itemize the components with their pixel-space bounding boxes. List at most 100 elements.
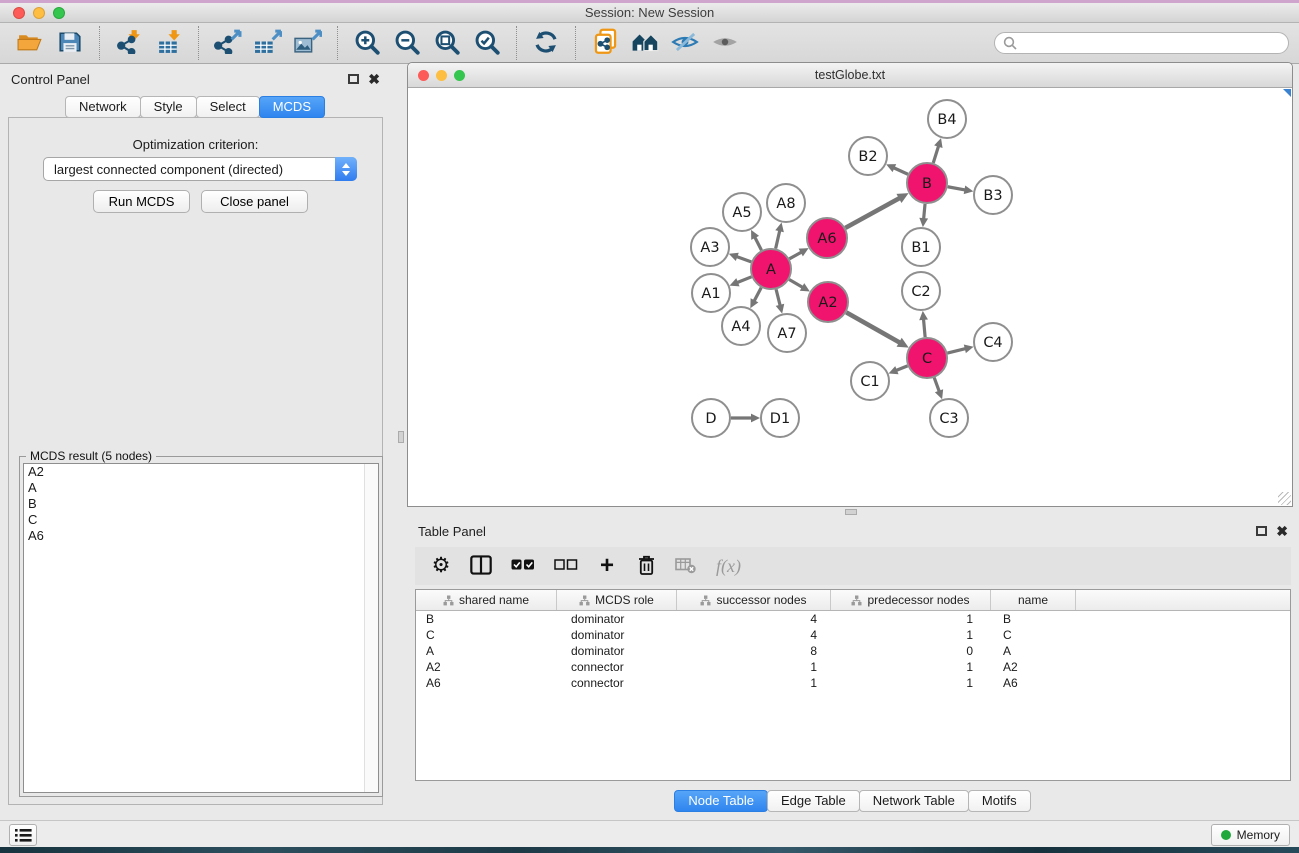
memory-button[interactable]: Memory <box>1211 824 1290 846</box>
column-header-mcds-role[interactable]: MCDS role <box>557 590 677 610</box>
graph-node-D[interactable]: D <box>692 399 730 437</box>
graph-node-C1[interactable]: C1 <box>851 362 889 400</box>
first-neighbors-button[interactable] <box>625 26 665 60</box>
graph-node-A4[interactable]: A4 <box>722 307 760 345</box>
result-list-item[interactable]: A2 <box>24 464 378 480</box>
graph-edge-A-A4[interactable] <box>750 288 761 309</box>
open-file-button[interactable] <box>10 26 50 60</box>
table-cell[interactable]: A2 <box>991 660 1076 674</box>
show-columns-button[interactable] <box>470 553 492 579</box>
table-cell[interactable]: dominator <box>557 628 677 642</box>
close-panel-icon[interactable]: ✖ <box>368 74 380 84</box>
create-column-button[interactable]: + <box>597 553 617 579</box>
mcds-result-list[interactable]: A2ABCA6 <box>23 463 379 793</box>
graph-edge-A-A5[interactable] <box>751 230 761 250</box>
graph-edge-B-B2[interactable] <box>886 164 908 174</box>
graph-edge-C-C4[interactable] <box>947 345 973 354</box>
graph-node-A1[interactable]: A1 <box>692 274 730 312</box>
table-cell[interactable]: B <box>991 612 1076 626</box>
table-cell[interactable]: A2 <box>416 660 557 674</box>
graph-edge-A6-B[interactable] <box>845 193 908 228</box>
table-cell[interactable]: 8 <box>677 644 831 658</box>
vertical-split-handle[interactable] <box>398 431 404 443</box>
tab-edge-table[interactable]: Edge Table <box>767 790 860 812</box>
table-cell[interactable]: C <box>991 628 1076 642</box>
graph-node-B2[interactable]: B2 <box>849 137 887 175</box>
float-table-panel-icon[interactable] <box>1256 526 1267 536</box>
graph-node-B4[interactable]: B4 <box>928 100 966 138</box>
graph-node-A8[interactable]: A8 <box>767 184 805 222</box>
graph-edge-A-A7[interactable] <box>776 289 785 313</box>
tab-motifs[interactable]: Motifs <box>968 790 1031 812</box>
graph-node-D1[interactable]: D1 <box>761 399 799 437</box>
show-panels-button[interactable] <box>9 824 37 846</box>
copy-network-button[interactable] <box>585 26 625 60</box>
zoom-fit-button[interactable] <box>427 26 467 60</box>
graph-edge-C-C3[interactable] <box>934 378 943 400</box>
graph-edge-C-C2[interactable] <box>919 311 928 337</box>
result-list-item[interactable]: A <box>24 480 378 496</box>
graph-node-A5[interactable]: A5 <box>723 193 761 231</box>
network-window-titlebar[interactable]: testGlobe.txt <box>408 63 1292 88</box>
table-row[interactable]: Bdominator41B <box>416 611 1290 627</box>
graph-node-C4[interactable]: C4 <box>974 323 1012 361</box>
close-panel-button[interactable]: Close panel <box>201 190 308 213</box>
tab-node-table[interactable]: Node Table <box>674 790 768 812</box>
table-cell[interactable]: 4 <box>677 612 831 626</box>
column-header-name[interactable]: name <box>991 590 1076 610</box>
tab-mcds[interactable]: MCDS <box>259 96 325 118</box>
delete-column-button[interactable] <box>636 553 656 579</box>
graph-edge-B-B3[interactable] <box>948 185 974 194</box>
table-cell[interactable]: dominator <box>557 612 677 626</box>
column-header-successor-nodes[interactable]: successor nodes <box>677 590 831 610</box>
run-mcds-button[interactable]: Run MCDS <box>93 190 190 213</box>
save-session-button[interactable] <box>50 26 90 60</box>
network-canvas[interactable]: B4B2BB3A8A5A6A3B1AA1C2A2A4A7C4CC1C3DD1 <box>408 88 1292 506</box>
table-cell[interactable]: 1 <box>831 612 991 626</box>
show-all-button[interactable] <box>705 26 745 60</box>
import-table-button[interactable] <box>149 26 189 60</box>
float-panel-icon[interactable] <box>348 74 359 84</box>
tab-network[interactable]: Network <box>65 96 141 118</box>
table-cell[interactable]: A6 <box>416 676 557 690</box>
graph-node-A6[interactable]: A6 <box>807 218 847 258</box>
deselect-all-columns-button[interactable] <box>554 553 578 579</box>
table-cell[interactable]: 0 <box>831 644 991 658</box>
table-settings-button[interactable]: ⚙ <box>431 553 451 579</box>
graph-edge-C-C1[interactable] <box>889 366 908 374</box>
table-cell[interactable]: 1 <box>677 676 831 690</box>
search-input[interactable] <box>1022 36 1280 50</box>
table-cell[interactable]: 1 <box>831 676 991 690</box>
table-cell[interactable]: 1 <box>831 660 991 674</box>
table-cell[interactable]: A <box>416 644 557 658</box>
optimization-criterion-select[interactable]: largest connected component (directed) <box>43 157 357 181</box>
graph-edge-D-D1[interactable] <box>731 414 760 423</box>
graph-node-C[interactable]: C <box>907 338 947 378</box>
graph-node-C3[interactable]: C3 <box>930 399 968 437</box>
column-header-shared-name[interactable]: shared name <box>416 590 557 610</box>
table-cell[interactable]: dominator <box>557 644 677 658</box>
table-row[interactable]: Adominator80A <box>416 643 1290 659</box>
tab-select[interactable]: Select <box>196 96 260 118</box>
search-box[interactable] <box>994 32 1289 54</box>
import-network-button[interactable] <box>109 26 149 60</box>
tab-style[interactable]: Style <box>140 96 197 118</box>
export-table-button[interactable] <box>248 26 288 60</box>
table-cell[interactable]: 1 <box>677 660 831 674</box>
graph-node-B[interactable]: B <box>907 163 947 203</box>
graph-edge-A-A3[interactable] <box>729 253 751 262</box>
table-cell[interactable]: connector <box>557 676 677 690</box>
zoom-out-button[interactable] <box>387 26 427 60</box>
hide-selected-button[interactable] <box>665 26 705 60</box>
export-image-button[interactable] <box>288 26 328 60</box>
zoom-selected-button[interactable] <box>467 26 507 60</box>
window-resize-grip-icon[interactable] <box>1278 492 1291 505</box>
close-table-panel-icon[interactable]: ✖ <box>1276 526 1288 536</box>
graph-edge-A-A2[interactable] <box>789 280 810 292</box>
select-all-columns-button[interactable] <box>511 553 535 579</box>
table-cell[interactable]: connector <box>557 660 677 674</box>
window-maximize-indicator-icon[interactable] <box>1283 89 1291 97</box>
table-cell[interactable]: 1 <box>831 628 991 642</box>
zoom-in-button[interactable] <box>347 26 387 60</box>
table-cell[interactable]: A <box>991 644 1076 658</box>
